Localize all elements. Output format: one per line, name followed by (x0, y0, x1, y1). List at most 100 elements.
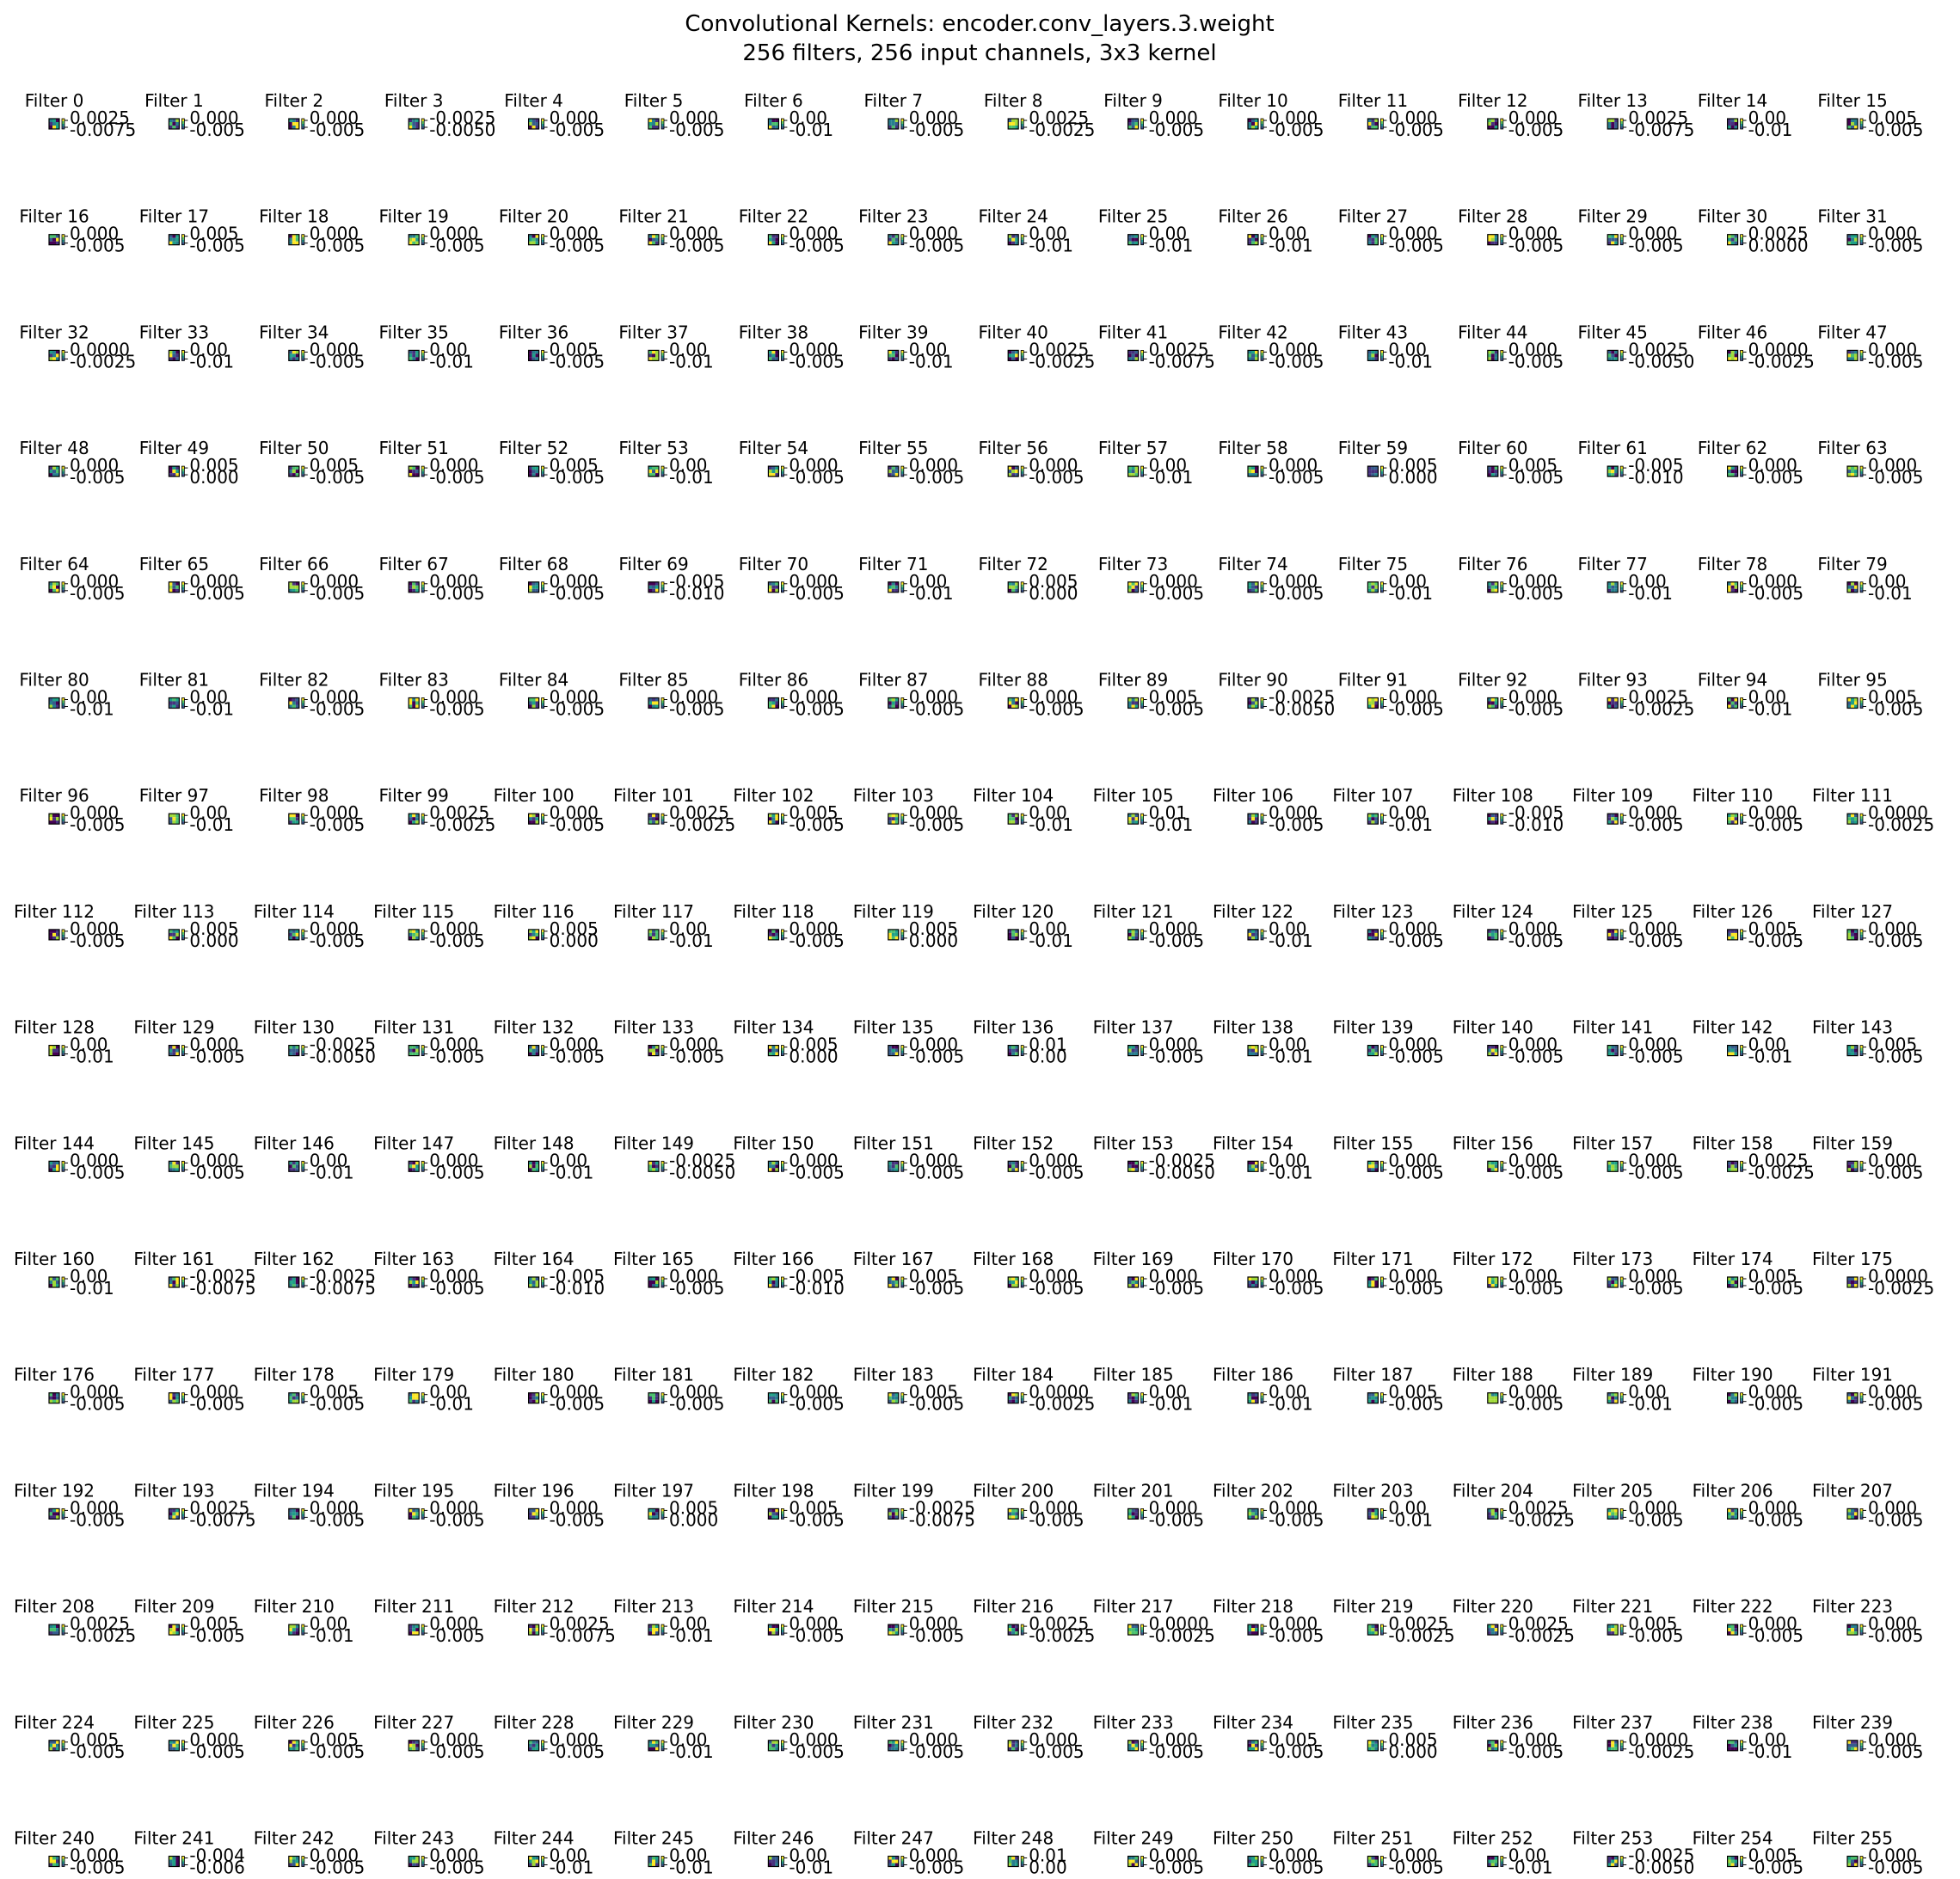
kernel-cell (1611, 122, 1615, 126)
colorbar-segment (1140, 353, 1144, 356)
colorbar-bottom-label: -0.0050 (1149, 1162, 1215, 1182)
kernel-cell (771, 350, 776, 354)
colorbar-segment (181, 584, 185, 587)
colorbar-segment (1380, 1280, 1384, 1282)
colorbar-segment (900, 124, 904, 126)
colorbar-segment (1860, 350, 1863, 353)
colorbar-segment (900, 1745, 904, 1748)
colorbar-segment (661, 1280, 664, 1282)
colorbar-bottom-label: -0.0050 (1628, 351, 1694, 372)
kernel-cell (288, 1512, 292, 1516)
kernel-cell (771, 817, 776, 821)
colorbar-bottom-label: -0.01 (429, 351, 474, 372)
colorbar-segment (421, 469, 425, 472)
colorbar-bottom-label: -0.005 (909, 1625, 964, 1646)
kernel-cell (1611, 126, 1615, 129)
kernel-cell (409, 1512, 413, 1516)
kernel-cell (409, 932, 413, 936)
kernel-cell (1131, 1396, 1135, 1400)
colorbar-bottom-label: -0.005 (550, 351, 605, 372)
colorbar-bottom-label: -0.0075 (70, 120, 136, 140)
colorbar-segment (781, 1508, 784, 1512)
colorbar-segment (1740, 1047, 1743, 1051)
colorbar-segment (1500, 239, 1503, 243)
colorbar-segment (781, 1161, 784, 1164)
kernel-cell (52, 353, 56, 358)
kernel-cell (531, 234, 536, 238)
colorbar-segment (421, 1514, 425, 1517)
colorbar-bottom-label: -0.01 (1388, 351, 1433, 372)
colorbar-segment (1500, 353, 1503, 356)
colorbar-segment (1140, 119, 1144, 121)
kernel-cell (288, 126, 292, 129)
kernel-cell (652, 1863, 655, 1867)
kernel-cell (172, 1743, 176, 1747)
figure-title: Convolutional Kernels: encoder.conv_laye… (685, 11, 1274, 37)
kernel-cell (1851, 353, 1854, 358)
kernel-cell (412, 817, 416, 821)
colorbar-segment (1380, 700, 1384, 703)
colorbar-segment (1860, 121, 1863, 124)
colorbar-segment (181, 1282, 185, 1285)
colorbar-segment (421, 1740, 425, 1743)
colorbar-segment (1620, 1392, 1624, 1396)
colorbar-segment (900, 934, 904, 937)
colorbar-bottom-label: -0.005 (189, 1047, 244, 1067)
kernel-cell (531, 1396, 536, 1400)
colorbar-segment (301, 239, 304, 243)
colorbar-bottom-label: -0.005 (789, 236, 844, 256)
colorbar-bottom-label: -0.01 (1029, 236, 1073, 256)
kernel-cell (292, 241, 296, 245)
kernel-cell (1251, 585, 1255, 589)
colorbar-segment (421, 931, 425, 935)
colorbar-segment (1380, 1166, 1384, 1170)
kernel-cell (169, 1280, 173, 1284)
kernel-cell (891, 1856, 895, 1860)
kernel-cell (1371, 1280, 1375, 1284)
colorbar-segment (421, 1169, 425, 1172)
colorbar-segment (1021, 821, 1024, 825)
kernel-cell (1371, 357, 1375, 361)
kernel-cell (1854, 1396, 1858, 1400)
colorbar-segment (1140, 1514, 1144, 1517)
colorbar-segment (1740, 1285, 1743, 1287)
colorbar-segment (1500, 1742, 1503, 1746)
colorbar-segment (1261, 121, 1263, 124)
colorbar-bottom-label: -0.005 (550, 1394, 605, 1415)
colorbar-bottom-label: -0.01 (1269, 1162, 1313, 1182)
colorbar-segment (900, 236, 904, 240)
kernel-cell (295, 357, 299, 361)
colorbar-segment (781, 929, 784, 932)
colorbar-bottom-label: -0.005 (70, 814, 125, 835)
colorbar-segment (1140, 1050, 1144, 1053)
kernel-cell (169, 1512, 173, 1516)
colorbar-segment (900, 581, 904, 585)
colorbar-segment (1860, 1282, 1863, 1285)
colorbar-segment (1261, 466, 1263, 470)
colorbar-segment (661, 121, 664, 124)
kernel-cell (415, 932, 420, 936)
kernel-cell (295, 932, 299, 936)
colorbar-segment (1261, 1511, 1263, 1514)
colorbar-segment (301, 931, 304, 935)
colorbar-segment (181, 586, 185, 590)
colorbar-segment (661, 700, 664, 703)
colorbar-segment (301, 1285, 304, 1287)
colorbar-segment (62, 1161, 65, 1164)
colorbar-segment (301, 353, 304, 356)
colorbar-bottom-label: -0.01 (1149, 236, 1194, 256)
kernel-cell (1251, 126, 1255, 129)
colorbar-segment (1740, 819, 1743, 822)
kernel-cell (652, 817, 655, 821)
colorbar-bottom-label: -0.01 (1748, 699, 1793, 720)
kernel-cell (52, 932, 56, 936)
colorbar-segment (900, 929, 904, 932)
colorbar-segment (900, 353, 904, 356)
colorbar-segment (1021, 1511, 1024, 1514)
kernel-cell (172, 122, 176, 126)
colorbar-segment (781, 234, 784, 237)
kernel-cell (288, 353, 292, 358)
colorbar-segment (62, 1047, 65, 1051)
kernel-cell (288, 1856, 292, 1860)
kernel-cell (175, 234, 180, 238)
